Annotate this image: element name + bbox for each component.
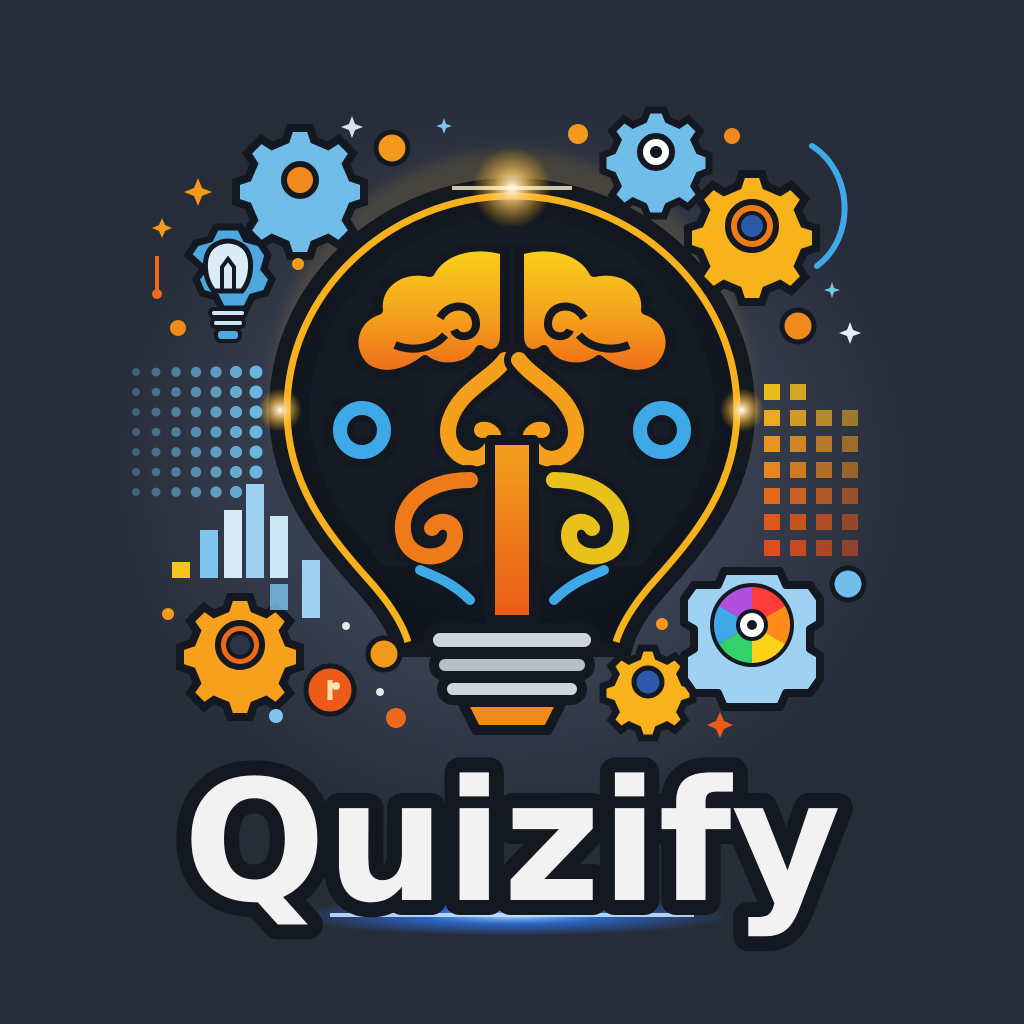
pattern-dot [132, 488, 140, 496]
pattern-square [790, 410, 806, 426]
pattern-dot [190, 426, 202, 438]
underline-glow [292, 896, 732, 936]
pattern-dot [132, 388, 140, 396]
quizify-logo-art [132, 106, 867, 936]
pattern-dot [190, 386, 202, 398]
pattern-dot [210, 486, 222, 498]
pattern-dot [249, 425, 263, 439]
pattern-square [790, 540, 806, 556]
pattern-dot [190, 406, 202, 418]
pattern-dot [229, 405, 243, 419]
pattern-dot [151, 367, 161, 377]
pattern-square [764, 514, 780, 530]
pattern-dot [171, 367, 181, 377]
pattern-square [816, 540, 832, 556]
square-grid-pattern [764, 384, 858, 556]
pattern-dot [229, 365, 243, 379]
gear-icon [599, 106, 713, 220]
pattern-dot [190, 446, 202, 458]
gear-icon [176, 593, 304, 721]
dot-grid-pattern [132, 365, 263, 499]
pattern-square [816, 436, 832, 452]
color-wheel-gear-icon [680, 567, 824, 711]
pattern-dot [151, 467, 161, 477]
pattern-dot [171, 487, 181, 497]
pattern-square [764, 410, 780, 426]
pattern-dot [132, 408, 140, 416]
pattern-square [790, 462, 806, 478]
pattern-square [842, 436, 858, 452]
pattern-dot [229, 485, 243, 499]
pattern-square [842, 462, 858, 478]
pattern-dot [229, 385, 243, 399]
pattern-square [764, 488, 780, 504]
pattern-dot [132, 428, 140, 436]
pattern-square [816, 462, 832, 478]
pattern-square [790, 436, 806, 452]
pattern-square [816, 410, 832, 426]
pattern-square [842, 410, 858, 426]
logo-stage: Quizify Quizify [0, 0, 1024, 1024]
pattern-dot [210, 386, 222, 398]
pattern-dot [171, 387, 181, 397]
pattern-dot [190, 486, 202, 498]
pattern-dot [190, 466, 202, 478]
pattern-dot [151, 487, 161, 497]
pattern-dot [210, 466, 222, 478]
pattern-dot [132, 448, 140, 456]
small-lightbulb-icon [183, 223, 277, 343]
pattern-dot [132, 468, 140, 476]
pattern-dot [171, 427, 181, 437]
pattern-square [764, 540, 780, 556]
pattern-dot [132, 368, 140, 376]
pattern-dot [210, 366, 222, 378]
pattern-dot [171, 467, 181, 477]
pattern-square [790, 488, 806, 504]
pattern-square [842, 540, 858, 556]
pattern-dot [210, 446, 222, 458]
pattern-square [816, 488, 832, 504]
pattern-square [764, 462, 780, 478]
pattern-dot [229, 425, 243, 439]
pattern-dot [151, 427, 161, 437]
pattern-square [764, 436, 780, 452]
gear-icon [599, 644, 697, 742]
pattern-dot [210, 426, 222, 438]
pattern-square [842, 488, 858, 504]
pattern-square [764, 384, 780, 400]
pattern-dot [249, 385, 263, 399]
pattern-dot [151, 447, 161, 457]
pattern-square [790, 384, 806, 400]
gear-icon [232, 124, 368, 260]
pattern-dot [249, 365, 263, 379]
pattern-dot [210, 406, 222, 418]
pattern-dot [229, 465, 243, 479]
pattern-dot [249, 445, 263, 459]
pattern-square [790, 514, 806, 530]
pattern-dot [190, 366, 202, 378]
pattern-dot [151, 407, 161, 417]
pattern-dot [171, 407, 181, 417]
pattern-dot [171, 447, 181, 457]
pattern-dot [151, 387, 161, 397]
bulb-base [423, 623, 601, 735]
pin-icon [152, 256, 162, 299]
pattern-dot [249, 465, 263, 479]
pattern-square [816, 514, 832, 530]
pattern-square [842, 514, 858, 530]
pattern-dot [249, 405, 263, 419]
pattern-dot [229, 445, 243, 459]
